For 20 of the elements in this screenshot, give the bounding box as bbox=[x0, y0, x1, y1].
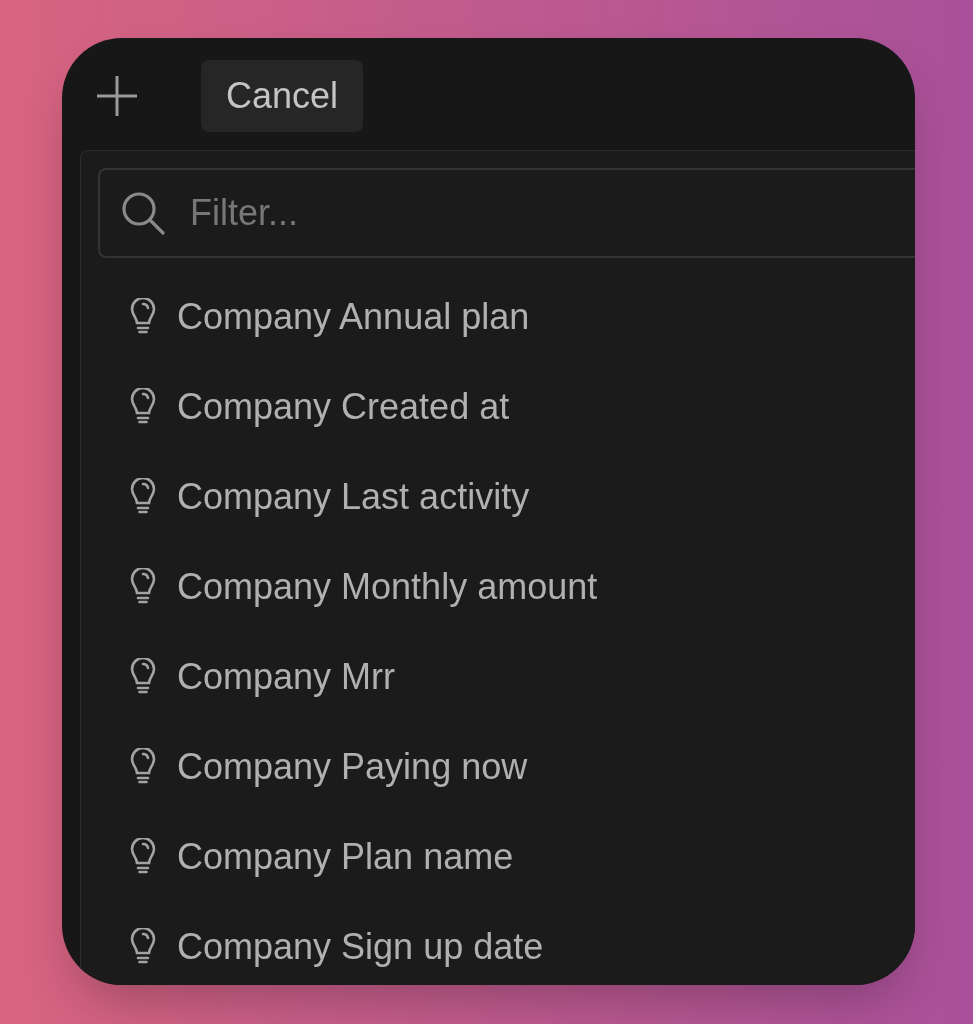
field-option[interactable]: Company Annual plan bbox=[98, 272, 915, 362]
lightbulb-icon bbox=[129, 388, 157, 426]
field-option[interactable]: Company Plan name bbox=[98, 812, 915, 902]
plus-icon[interactable] bbox=[95, 74, 139, 118]
lightbulb-icon bbox=[129, 838, 157, 876]
field-option[interactable]: Company Sign up date bbox=[98, 902, 915, 985]
lightbulb-icon bbox=[129, 298, 157, 336]
lightbulb-icon bbox=[129, 658, 157, 696]
lightbulb-icon bbox=[129, 478, 157, 516]
field-option[interactable]: Company Created at bbox=[98, 362, 915, 452]
lightbulb-icon bbox=[129, 568, 157, 606]
search-icon bbox=[120, 190, 166, 236]
lightbulb-icon bbox=[129, 928, 157, 966]
field-option[interactable]: Company Monthly amount bbox=[98, 542, 915, 632]
field-option[interactable]: Company Last activity bbox=[98, 452, 915, 542]
field-option[interactable]: Company Paying now bbox=[98, 722, 915, 812]
field-option[interactable]: Company Mrr bbox=[98, 632, 915, 722]
lightbulb-icon bbox=[129, 748, 157, 786]
cancel-button[interactable]: Cancel bbox=[201, 60, 364, 132]
filter-field[interactable]: Filter... bbox=[98, 168, 915, 258]
